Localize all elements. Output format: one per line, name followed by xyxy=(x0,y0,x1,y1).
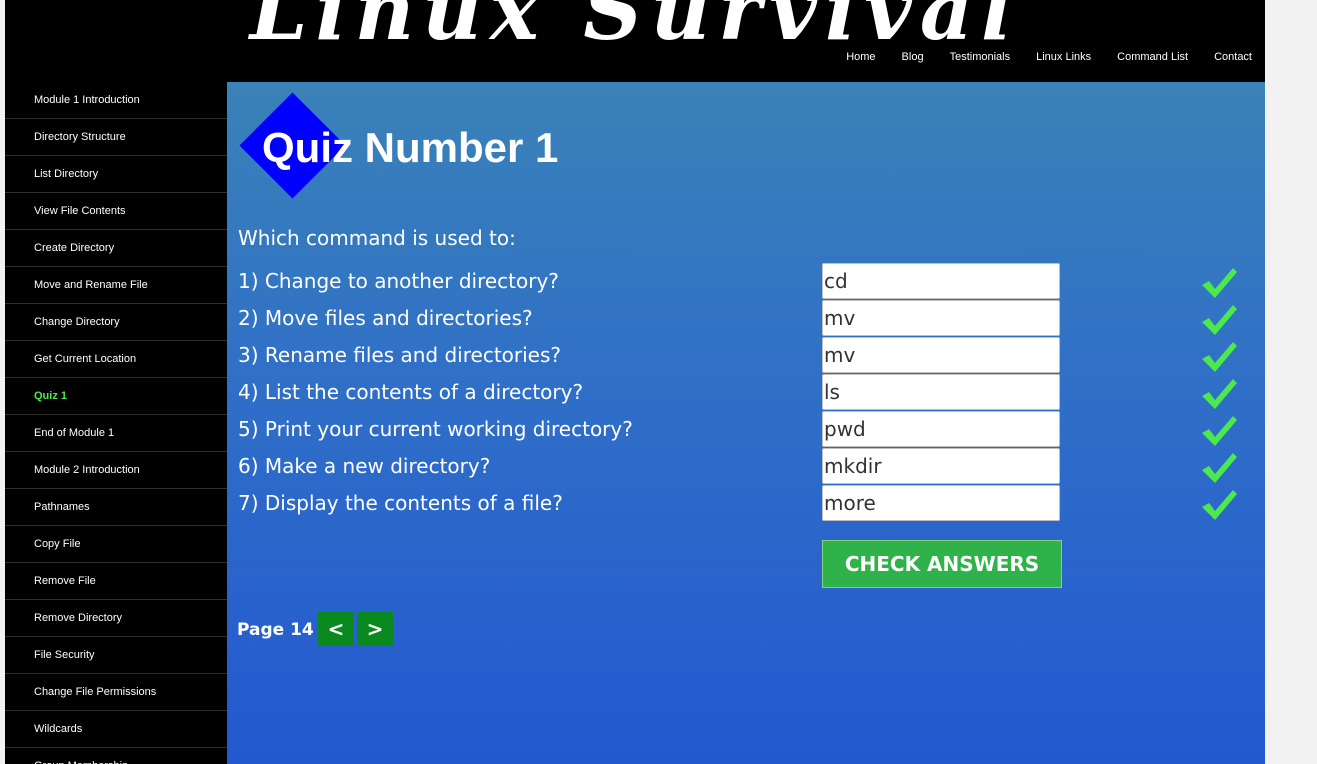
question-row: 1) Change to another directory? xyxy=(227,263,1265,300)
checkmark-icon xyxy=(1202,416,1237,446)
sidebar-item-remove-file[interactable]: Remove File xyxy=(5,563,227,600)
sidebar-item-wildcards[interactable]: Wildcards xyxy=(5,711,227,748)
checkmark-icon xyxy=(1202,342,1237,372)
question-text: 2) Move files and directories? xyxy=(238,306,533,330)
sidebar-item-create-directory[interactable]: Create Directory xyxy=(5,230,227,267)
sidebar-item-list-directory[interactable]: List Directory xyxy=(5,156,227,193)
answer-input[interactable] xyxy=(822,263,1060,299)
check-answers-button[interactable]: CHECK ANSWERS xyxy=(822,540,1062,588)
checkmark-icon xyxy=(1202,305,1237,335)
nav-link-blog[interactable]: Blog xyxy=(902,51,924,63)
sidebar-item-get-current-location[interactable]: Get Current Location xyxy=(5,341,227,378)
question-text: 5) Print your current working directory? xyxy=(238,417,633,441)
quiz-title: Quiz Number 1 xyxy=(262,124,559,171)
sidebar-item-module-2-introduction[interactable]: Module 2 Introduction xyxy=(5,452,227,489)
nav-link-linux-links[interactable]: Linux Links xyxy=(1036,51,1091,63)
question-row: 4) List the contents of a directory? xyxy=(227,374,1265,411)
question-text: 1) Change to another directory? xyxy=(238,269,559,293)
question-text: 4) List the contents of a directory? xyxy=(238,380,584,404)
sidebar-item-file-security[interactable]: File Security xyxy=(5,637,227,674)
sidebar-item-remove-directory[interactable]: Remove Directory xyxy=(5,600,227,637)
answer-input[interactable] xyxy=(822,374,1060,410)
checkmark-icon xyxy=(1202,453,1237,483)
sidebar-item-group-membership[interactable]: Group Membership xyxy=(5,748,227,764)
quiz-intro: Which command is used to: xyxy=(238,226,516,250)
sidebar-item-directory-structure[interactable]: Directory Structure xyxy=(5,119,227,156)
sidebar: Module 1 Introduction Directory Structure… xyxy=(5,82,227,764)
question-text: 3) Rename files and directories? xyxy=(238,343,562,367)
next-page-button[interactable]: > xyxy=(357,612,393,646)
question-row: 7) Display the contents of a file? xyxy=(227,485,1265,522)
sidebar-item-quiz-1[interactable]: Quiz 1 xyxy=(5,378,227,415)
prev-page-button[interactable]: < xyxy=(318,612,354,646)
answer-input[interactable] xyxy=(822,448,1060,484)
nav-link-contact[interactable]: Contact xyxy=(1214,51,1252,63)
sidebar-item-view-file-contents[interactable]: View File Contents xyxy=(5,193,227,230)
answer-input[interactable] xyxy=(822,337,1060,373)
main-content: Quiz Number 1 Which command is used to: … xyxy=(227,82,1265,764)
checkmark-icon xyxy=(1202,490,1237,520)
site-title: Linux Survival xyxy=(249,0,1021,59)
sidebar-item-change-file-permissions[interactable]: Change File Permissions xyxy=(5,674,227,711)
nav-link-testimonials[interactable]: Testimonials xyxy=(950,51,1011,63)
nav-link-home[interactable]: Home xyxy=(846,51,875,63)
nav-link-command-list[interactable]: Command List xyxy=(1117,51,1188,63)
sidebar-item-module-1-introduction[interactable]: Module 1 Introduction xyxy=(5,82,227,119)
page-number: Page 14 xyxy=(237,620,314,640)
question-row: 6) Make a new directory? xyxy=(227,448,1265,485)
question-text: 7) Display the contents of a file? xyxy=(238,491,563,515)
question-row: 3) Rename files and directories? xyxy=(227,337,1265,374)
question-text: 6) Make a new directory? xyxy=(238,454,491,478)
top-nav: Home Blog Testimonials Linux Links Command L… xyxy=(846,51,1252,63)
answer-input[interactable] xyxy=(822,300,1060,336)
answer-input[interactable] xyxy=(822,485,1060,521)
sidebar-item-copy-file[interactable]: Copy File xyxy=(5,526,227,563)
checkmark-icon xyxy=(1202,379,1237,409)
sidebar-item-end-of-module-1[interactable]: End of Module 1 xyxy=(5,415,227,452)
page-frame: Linux Survival Home Blog Testimonials Linux… xyxy=(5,0,1265,764)
sidebar-item-change-directory[interactable]: Change Directory xyxy=(5,304,227,341)
checkmark-icon xyxy=(1202,268,1237,298)
sidebar-item-move-and-rename-file[interactable]: Move and Rename File xyxy=(5,267,227,304)
answer-input[interactable] xyxy=(822,411,1060,447)
site-header: Linux Survival Home Blog Testimonials Linux… xyxy=(5,0,1265,82)
sidebar-item-pathnames[interactable]: Pathnames xyxy=(5,489,227,526)
question-row: 2) Move files and directories? xyxy=(227,300,1265,337)
question-row: 5) Print your current working directory? xyxy=(227,411,1265,448)
